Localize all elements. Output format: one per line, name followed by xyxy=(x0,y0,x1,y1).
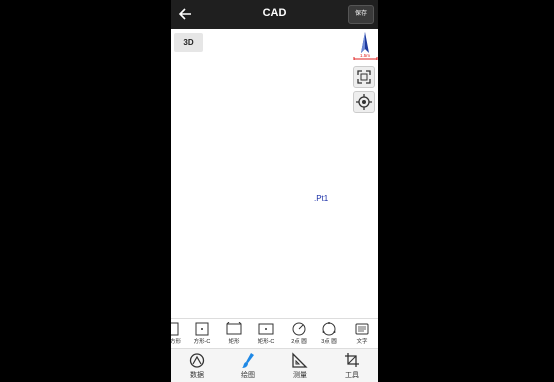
tool-rectangle-center[interactable]: 矩形-C xyxy=(251,321,281,347)
top-bar: CAD 保存 xyxy=(171,0,378,29)
rectangle-center-icon xyxy=(258,323,274,335)
square-center-icon xyxy=(195,322,209,336)
tool-square[interactable]: 方形 xyxy=(171,321,187,347)
drawing-canvas[interactable] xyxy=(171,29,378,318)
square-icon xyxy=(171,322,179,336)
locate-button[interactable] xyxy=(353,91,375,113)
fullscreen-icon xyxy=(357,70,371,84)
measure-icon xyxy=(292,352,308,368)
nav-data[interactable]: 数据 xyxy=(177,352,217,382)
north-compass-icon: 1.5m xyxy=(353,32,378,60)
tool-circle-3pt[interactable]: 3点 圆 xyxy=(314,321,344,347)
bottom-nav: 数据 绘图 测量 工具 xyxy=(171,348,378,382)
nav-tools[interactable]: 工具 xyxy=(332,352,372,382)
circle-2pt-icon xyxy=(292,322,306,336)
data-icon xyxy=(189,353,205,368)
tool-square-center[interactable]: 方形-C xyxy=(187,321,217,347)
tool-text[interactable]: 文字 xyxy=(347,321,377,347)
text-icon xyxy=(355,323,369,335)
page-title: CAD xyxy=(262,7,287,19)
brush-icon xyxy=(242,353,254,368)
crosshair-icon xyxy=(356,94,372,110)
tools-icon xyxy=(345,353,359,367)
scale-text: 1.5m xyxy=(360,53,370,58)
save-button[interactable]: 保存 xyxy=(348,5,374,24)
rectangle-icon xyxy=(226,322,242,335)
view-3d-button[interactable]: 3D xyxy=(174,33,203,52)
tool-rectangle[interactable]: 矩形 xyxy=(219,321,249,347)
circle-3pt-icon xyxy=(322,322,336,336)
nav-measure[interactable]: 测量 xyxy=(280,352,320,382)
nav-draw[interactable]: 绘图 xyxy=(228,352,268,382)
draw-toolstrip: 方形 方形-C 矩形 矩形-C 2点 圆 3点 圆 文字 xyxy=(171,318,378,349)
tool-circle-2pt[interactable]: 2点 圆 xyxy=(284,321,314,347)
point-pt1-label[interactable]: .Pt1 xyxy=(314,194,328,203)
app-screen: CAD 保存 3D 1.5m .Pt1 方形 方形-C 矩形 矩形-C 2点 圆… xyxy=(171,0,378,382)
zoom-extents-button[interactable] xyxy=(353,66,375,88)
